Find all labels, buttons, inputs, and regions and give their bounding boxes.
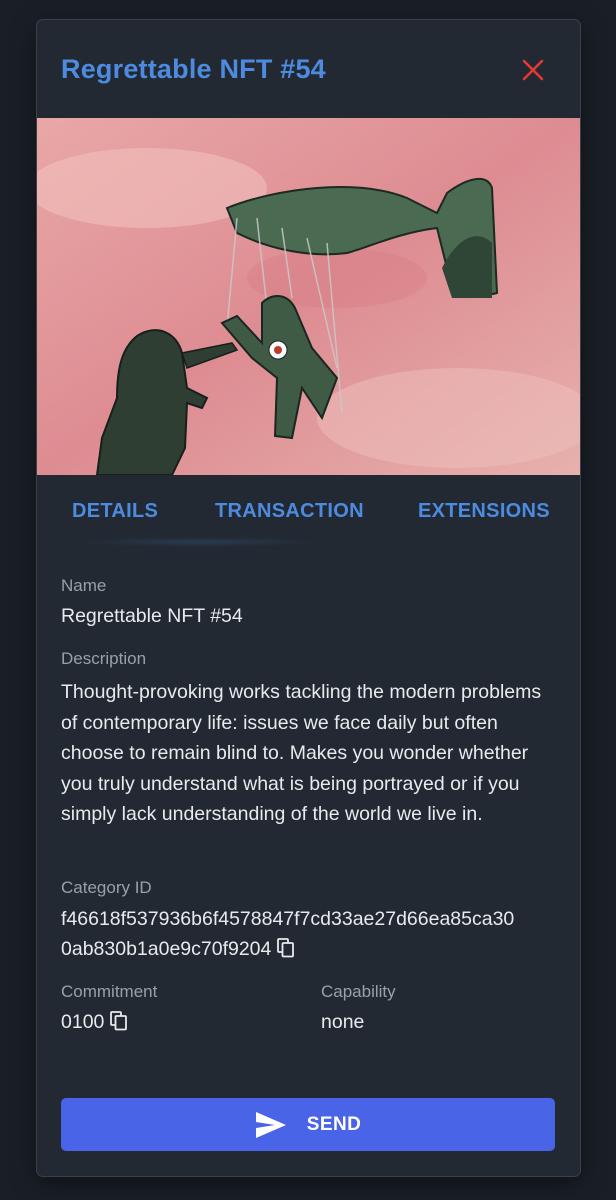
category-id-line-1: f46618f537936b6f4578847f7cd33ae27d66ea85…	[61, 908, 515, 930]
close-button[interactable]	[521, 58, 545, 82]
copy-icon	[110, 1011, 128, 1031]
send-icon	[255, 1111, 286, 1138]
copy-icon	[277, 938, 295, 958]
dialog-title: Regrettable NFT #54	[61, 54, 326, 84]
category-id-label: Category ID	[61, 878, 152, 897]
tab-active-indicator	[79, 537, 319, 547]
description-value: Thought-provoking works tackling the mod…	[61, 681, 542, 825]
send-label: SEND	[306, 1113, 362, 1135]
name-value: Regrettable NFT #54	[61, 605, 243, 627]
nft-details-dialog: Regrettable NFT #54 DETAILS TRANSACTION …	[37, 20, 580, 1176]
tab-bar: DETAILS TRANSACTION EXTENSIONS	[37, 475, 580, 547]
tab-transaction[interactable]: TRANSACTION	[215, 500, 364, 523]
copy-commitment-button[interactable]	[110, 1010, 128, 1041]
tab-extensions[interactable]: EXTENSIONS	[418, 500, 550, 523]
copy-category-button[interactable]	[277, 937, 295, 968]
capability-value: none	[321, 1011, 365, 1033]
commitment-value: 0100	[61, 1011, 105, 1033]
description-label: Description	[61, 649, 147, 668]
name-label: Name	[61, 576, 107, 595]
tab-details[interactable]: DETAILS	[72, 500, 158, 523]
send-button[interactable]: SEND	[61, 1098, 555, 1151]
category-id-line-2: 0ab830b1a0e9c70f9204	[61, 938, 272, 960]
close-icon	[522, 59, 544, 81]
nft-artwork-image	[37, 118, 580, 475]
commitment-label: Commitment	[61, 982, 158, 1001]
capability-label: Capability	[321, 982, 396, 1001]
commitment-row: 0100	[61, 1007, 128, 1041]
category-id-row-2: 0ab830b1a0e9c70f9204	[61, 934, 295, 968]
